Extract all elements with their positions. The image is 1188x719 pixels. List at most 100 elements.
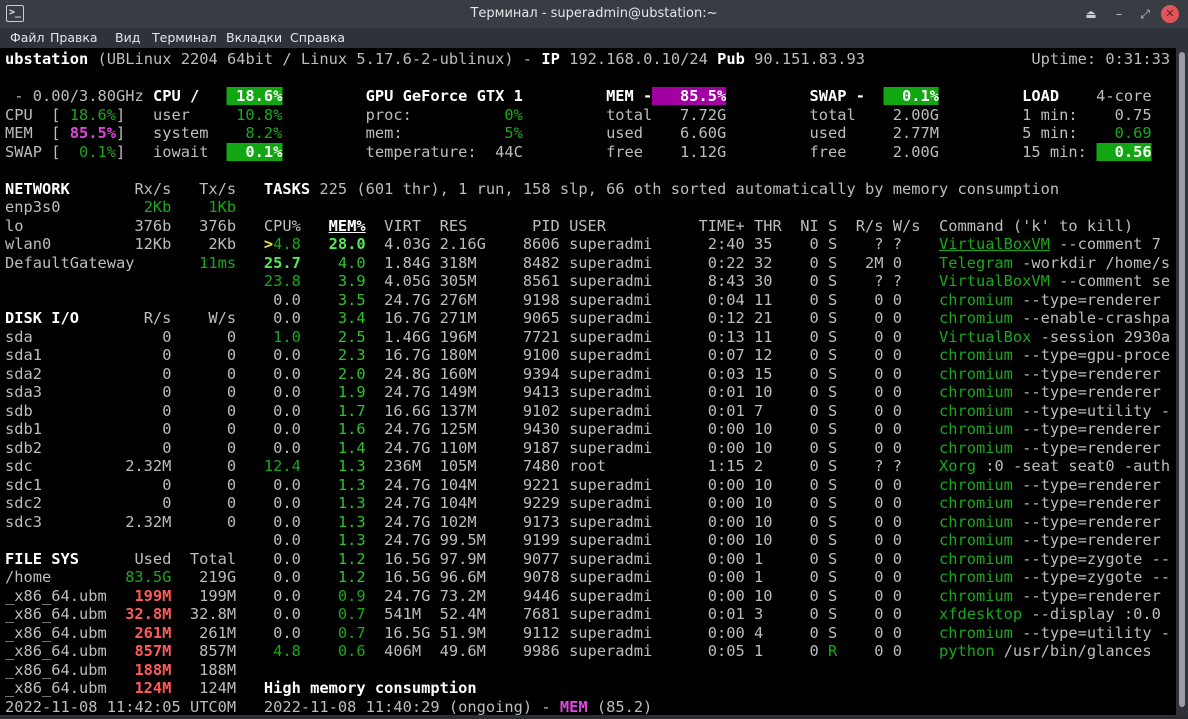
mem-row-label: free — [606, 142, 644, 161]
selected-row-cursor-icon[interactable]: > — [264, 235, 273, 253]
process-command[interactable]: chromium --type=zygote -- — [939, 550, 1170, 568]
process-command[interactable]: chromium --type=renderer — [939, 494, 1170, 512]
process-command[interactable]: chromium --type=renderer — [939, 513, 1170, 531]
process-ws: 0 — [892, 290, 902, 309]
disk-write-value: 0 — [226, 475, 237, 494]
process-command[interactable]: chromium --type=renderer — [939, 587, 1170, 605]
process-args: --type=renderer — [1012, 383, 1161, 401]
minimize-icon[interactable]: – — [1110, 5, 1128, 23]
alert-value: (85.2) — [587, 697, 653, 716]
process-command[interactable]: chromium --type=renderer — [939, 531, 1170, 549]
column-header-s[interactable]: S — [828, 217, 837, 235]
process-command[interactable]: chromium --type=utility - — [939, 624, 1170, 642]
process-mem: 1.7 — [337, 401, 366, 420]
swap-row-value: 2.00G — [892, 105, 939, 124]
process-command[interactable]: chromium --type=renderer — [939, 291, 1170, 309]
process-ws: 0 — [892, 494, 902, 512]
process-command[interactable]: chromium --type=gpu-proce — [939, 346, 1170, 364]
column-header-ws[interactable]: W/s — [893, 217, 921, 235]
process-command[interactable]: python /usr/bin/glances — [939, 642, 1170, 660]
column-header-user[interactable]: USER — [569, 217, 606, 235]
gpu-proc-value: 0% — [504, 105, 523, 124]
process-command[interactable]: VirtualBoxVM --comment 7 — [939, 235, 1170, 253]
process-res: 104M — [439, 494, 477, 512]
gpu-mem-value: 5% — [504, 124, 523, 142]
process-command[interactable]: VirtualBoxVM --comment se — [939, 272, 1170, 290]
process-command[interactable]: chromium --type=renderer — [939, 365, 1170, 383]
filesys-total: 124M — [199, 679, 237, 697]
process-command[interactable]: chromium --type=renderer — [939, 383, 1170, 401]
process-virt: 1.84G — [384, 253, 431, 272]
process-s: S — [827, 383, 838, 401]
menu-file[interactable]: Файл — [10, 30, 45, 45]
disk-read-header: R/s — [143, 309, 172, 327]
column-header-time[interactable]: TIME+ — [699, 217, 745, 235]
process-command[interactable]: Telegram -workdir /home/s — [939, 254, 1170, 272]
process-s: R — [827, 642, 838, 660]
quicklook-swap-value: 0.1% — [78, 142, 116, 161]
process-ws: 0 — [892, 475, 902, 494]
column-header-thr[interactable]: THR — [754, 217, 782, 235]
close-icon[interactable]: ✕ — [1161, 5, 1179, 23]
process-command[interactable]: xfdesktop --display :0.0 — [939, 605, 1170, 623]
tasks-counts: 225 (601 thr), 1 run, 158 slp, 66 oth so… — [319, 179, 1060, 198]
column-header-pid[interactable]: PID — [532, 217, 560, 235]
process-ni: 0 — [809, 586, 819, 605]
process-thr: 11 — [754, 290, 773, 309]
process-command[interactable]: Xorg :0 -seat seat0 -auth — [939, 457, 1170, 475]
process-pid: 9986 — [522, 642, 560, 660]
menu-help[interactable]: Справка — [290, 30, 345, 45]
column-header-mem[interactable]: MEM% — [329, 217, 375, 235]
maximize-icon[interactable]: ⤢ — [1136, 5, 1154, 23]
process-command[interactable]: chromium --type=renderer — [939, 476, 1170, 494]
menu-edit[interactable]: Правка — [50, 30, 98, 45]
process-name: chromium — [938, 383, 1013, 401]
network-interface-name: wlan0 — [5, 235, 52, 253]
cpu-system-value: 8.2% — [245, 124, 283, 142]
process-time: 0:00 — [707, 420, 745, 438]
filesys-mount: _x86_64.ubm — [5, 660, 107, 679]
process-pid: 9199 — [522, 531, 560, 549]
menu-terminal[interactable]: Терминал — [152, 30, 217, 45]
process-time: 0:01 — [707, 401, 745, 420]
process-command[interactable]: chromium --type=renderer — [939, 420, 1170, 438]
process-command[interactable]: chromium --type=zygote -- — [939, 568, 1170, 586]
process-thr: 30 — [754, 272, 773, 290]
filesys-used: 83.5G — [125, 568, 172, 586]
cpu-user-value: 10.8% — [236, 105, 283, 124]
load-cores: 4-core — [1096, 87, 1152, 105]
keep-above-icon[interactable]: ⏏ — [1082, 5, 1100, 23]
cpu-user-label: user — [152, 105, 190, 124]
process-cpu: 0.0 — [273, 494, 301, 512]
scrollbar[interactable] — [1176, 48, 1188, 715]
column-header-commandktokill[interactable]: Command ('k' to kill) — [939, 217, 1133, 235]
column-header-res[interactable]: RES — [440, 217, 468, 235]
terminal-output[interactable]: ubstation (UBLinux 2204 64bit / Linux 5.… — [0, 48, 1176, 715]
process-thr: 10 — [754, 494, 773, 512]
process-command[interactable]: VirtualBox -session 2930a — [939, 328, 1170, 346]
process-time: 0:12 — [707, 309, 745, 327]
disk-read-value: 0 — [162, 494, 172, 512]
process-res: 137M — [439, 401, 477, 420]
process-ni: 0 — [809, 290, 819, 309]
column-header-virt[interactable]: VIRT — [384, 217, 421, 235]
process-args: --type=renderer — [1012, 531, 1161, 549]
bracket-close-icon: ] — [115, 124, 126, 142]
process-user: superadmi — [569, 290, 653, 309]
scrollbar-thumb[interactable] — [1179, 52, 1185, 707]
process-thr: 10 — [754, 420, 773, 438]
column-header-ni[interactable]: NI — [800, 217, 819, 235]
process-command[interactable]: chromium --type=renderer — [939, 439, 1170, 457]
process-rs: 0 — [874, 549, 884, 568]
column-header-rs[interactable]: R/s — [856, 217, 884, 235]
disk-read-value: 0 — [162, 364, 172, 383]
process-res: 96.6M — [439, 568, 486, 586]
menu-view[interactable]: Вид — [115, 30, 140, 45]
process-ws: 0 — [892, 309, 902, 327]
process-args: --type=zygote -- — [1012, 549, 1171, 568]
process-command[interactable]: chromium --enable-crashpa — [939, 309, 1170, 327]
menu-tabs[interactable]: Вкладки — [226, 30, 282, 45]
process-command[interactable]: chromium --type=utility - — [939, 402, 1170, 420]
column-header-cpu[interactable]: CPU% — [264, 217, 301, 235]
process-virt: 406M — [384, 642, 422, 660]
